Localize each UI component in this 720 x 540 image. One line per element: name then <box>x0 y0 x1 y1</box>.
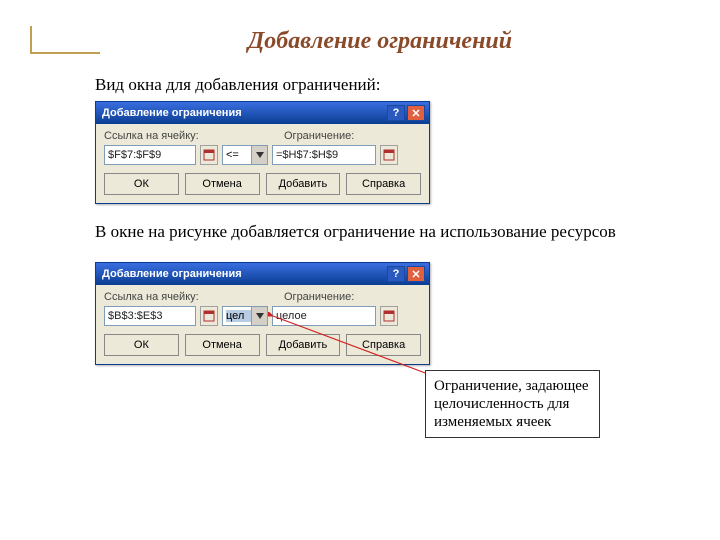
constraint-label: Ограничение: <box>284 130 354 142</box>
range-picker-icon[interactable] <box>380 145 398 165</box>
constraint-input[interactable] <box>272 145 376 165</box>
help-button[interactable]: Справка <box>346 334 421 356</box>
range-picker-icon[interactable] <box>200 145 218 165</box>
titlebar[interactable]: Добавление ограничения ? ✕ <box>96 263 429 285</box>
constraint-input[interactable] <box>272 306 376 326</box>
operator-select[interactable]: цел <box>222 306 268 326</box>
help-icon[interactable]: ? <box>387 266 405 282</box>
range-picker-icon[interactable] <box>200 306 218 326</box>
add-constraint-dialog-2: Добавление ограничения ? ✕ Ссылка на яче… <box>95 262 430 365</box>
help-icon[interactable]: ? <box>387 105 405 121</box>
dialog-title: Добавление ограничения <box>102 107 385 119</box>
ok-button[interactable]: ОК <box>104 334 179 356</box>
constraint-label: Ограничение: <box>284 291 354 303</box>
titlebar[interactable]: Добавление ограничения ? ✕ <box>96 102 429 124</box>
cell-ref-label: Ссылка на ячейку: <box>104 130 234 142</box>
operator-select[interactable]: <= <box>222 145 268 165</box>
cancel-button[interactable]: Отмена <box>185 173 260 195</box>
close-icon[interactable]: ✕ <box>407 105 425 121</box>
chevron-down-icon <box>251 307 267 325</box>
intro-text-1: Вид окна для добавления ограничений: <box>95 75 720 95</box>
callout-box: Ограничение, задающее целочисленность дл… <box>425 370 600 438</box>
close-icon[interactable]: ✕ <box>407 266 425 282</box>
add-button[interactable]: Добавить <box>266 173 341 195</box>
ok-button[interactable]: ОК <box>104 173 179 195</box>
dialog-title: Добавление ограничения <box>102 268 385 280</box>
dialog-body: Ссылка на ячейку: Ограничение: <= ОК Отм… <box>96 124 429 203</box>
add-constraint-dialog-1: Добавление ограничения ? ✕ Ссылка на яче… <box>95 101 430 204</box>
intro-text-2: В окне на рисунке добавляется ограничени… <box>95 222 720 242</box>
help-button[interactable]: Справка <box>346 173 421 195</box>
range-picker-icon[interactable] <box>380 306 398 326</box>
operator-value: <= <box>226 149 251 161</box>
chevron-down-icon <box>251 146 267 164</box>
cell-ref-input[interactable] <box>104 306 196 326</box>
dialog-body: Ссылка на ячейку: Ограничение: цел ОК От… <box>96 285 429 364</box>
cancel-button[interactable]: Отмена <box>185 334 260 356</box>
add-button[interactable]: Добавить <box>266 334 341 356</box>
page-title: Добавление ограничений <box>40 0 720 55</box>
cell-ref-input[interactable] <box>104 145 196 165</box>
decorative-bracket <box>30 26 100 54</box>
cell-ref-label: Ссылка на ячейку: <box>104 291 234 303</box>
operator-value: цел <box>226 310 251 322</box>
